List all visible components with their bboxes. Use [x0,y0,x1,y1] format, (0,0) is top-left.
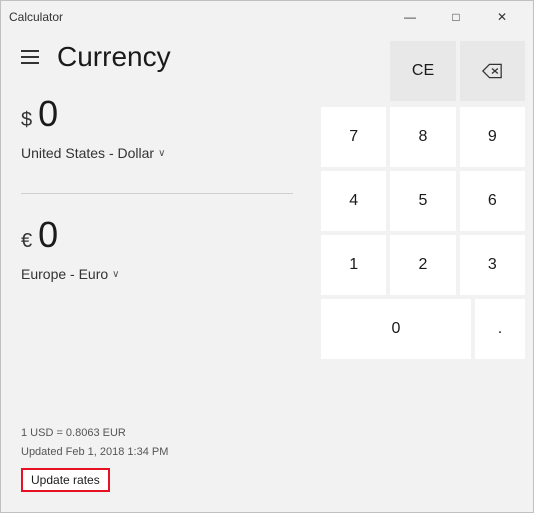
maximize-button[interactable]: □ [433,1,479,33]
calculator-window: Calculator — □ ✕ Currency $ [0,0,534,513]
button-3[interactable]: 3 [460,235,525,295]
to-currency-dropdown[interactable]: Europe - Euro ∨ [21,262,120,286]
function-row: CE [321,41,525,101]
from-value: 0 [38,93,58,135]
button-9[interactable]: 9 [460,107,525,167]
app-title: Calculator [9,10,63,24]
hamburger-line-2 [21,56,39,58]
button-2[interactable]: 2 [390,235,455,295]
button-7[interactable]: 7 [321,107,386,167]
numpad-row-0-decimal: 0 . [321,299,525,359]
to-value: 0 [38,214,58,256]
button-4[interactable]: 4 [321,171,386,231]
left-panel: Currency $ 0 United States - Dollar ∨ € … [1,33,313,512]
minimize-button[interactable]: — [387,1,433,33]
hamburger-button[interactable] [21,45,45,69]
backspace-button[interactable] [460,41,525,101]
to-chevron-icon: ∨ [112,269,119,280]
update-rates-button[interactable]: Update rates [21,468,110,492]
title-bar: Calculator — □ ✕ [1,1,533,33]
footer-section: 1 USD = 0.8063 EUR Updated Feb 1, 2018 1… [21,425,293,492]
button-8[interactable]: 8 [390,107,455,167]
from-amount: $ 0 [21,93,293,135]
title-bar-left: Calculator [9,10,63,24]
to-amount: € 0 [21,214,293,256]
button-6[interactable]: 6 [460,171,525,231]
from-currency-label: United States - Dollar [21,145,154,161]
button-5[interactable]: 5 [390,171,455,231]
backspace-icon [482,63,502,79]
to-symbol: € [21,230,32,253]
numpad-row-789: 7 8 9 [321,107,525,167]
title-bar-controls: — □ ✕ [387,1,525,33]
numpad-row-123: 1 2 3 [321,235,525,295]
from-currency-section: $ 0 United States - Dollar ∨ [21,93,293,165]
button-1[interactable]: 1 [321,235,386,295]
from-symbol: $ [21,109,32,132]
hamburger-line-1 [21,50,39,52]
from-chevron-icon: ∨ [158,148,165,159]
numpad-row-456: 4 5 6 [321,171,525,231]
rate-line1: 1 USD = 0.8063 EUR [21,425,293,443]
page-title: Currency [57,41,171,73]
hamburger-line-3 [21,62,39,64]
header-section: Currency [21,33,293,93]
divider [21,193,293,194]
from-currency-dropdown[interactable]: United States - Dollar ∨ [21,141,165,165]
button-0[interactable]: 0 [321,299,471,359]
rate-line2: Updated Feb 1, 2018 1:34 PM [21,444,293,462]
to-currency-label: Europe - Euro [21,266,108,282]
numpad-panel: CE 7 8 9 4 5 6 [313,33,533,512]
ce-button[interactable]: CE [390,41,455,101]
close-button[interactable]: ✕ [479,1,525,33]
to-currency-section: € 0 Europe - Euro ∨ [21,214,293,286]
content-area: Currency $ 0 United States - Dollar ∨ € … [1,33,533,512]
button-decimal[interactable]: . [475,299,525,359]
